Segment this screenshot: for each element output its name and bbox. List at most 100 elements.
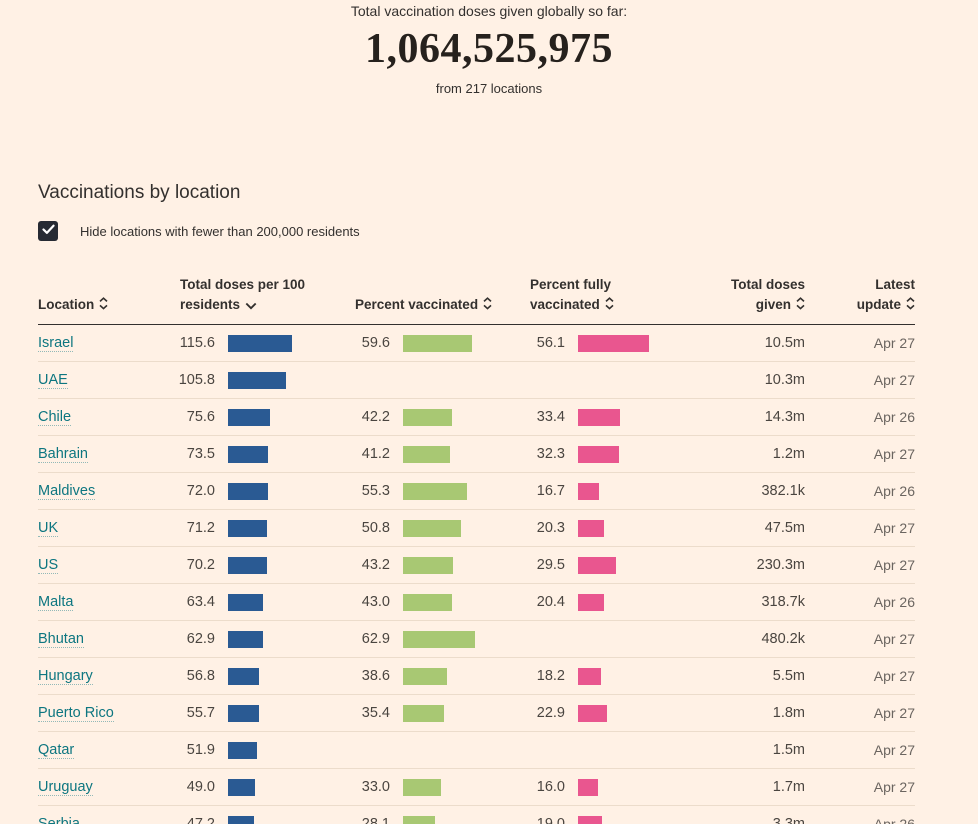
location-cell: UAE [38,371,168,389]
location-link[interactable]: Israel [38,335,73,352]
sort-desc-icon[interactable] [245,296,257,316]
hide-small-locations-checkbox[interactable] [38,221,58,241]
percent-fully-vaccinated-bar [578,335,649,352]
location-link[interactable]: Chile [38,409,71,426]
location-cell: Malta [38,593,168,611]
location-link[interactable]: Puerto Rico [38,705,114,722]
population-filter: Hide locations with fewer than 200,000 r… [38,221,978,241]
doses-per-100-bar [228,372,286,389]
doses-per-100-value: 73.5 [168,446,215,462]
vaccinations-table: Location Total doses per 100 residents P… [38,275,915,824]
table-row: Uruguay 49.0 33.0 16.0 1.7m Apr 27 [38,769,915,806]
checkmark-icon [42,222,55,240]
percent-vaccinated-bar [403,816,435,824]
location-link[interactable]: Malta [38,594,73,611]
doses-per-100-bar [228,409,270,426]
location-cell: Qatar [38,741,168,759]
location-link[interactable]: Uruguay [38,779,93,796]
sort-icon[interactable] [796,296,805,316]
percent-fully-vaccinated-value: 33.4 [520,409,565,425]
table-row: Puerto Rico 55.7 35.4 22.9 1.8m Apr 27 [38,695,915,732]
percent-vaccinated-bar [403,668,447,685]
location-link[interactable]: Bahrain [38,446,88,463]
percent-vaccinated-value: 33.0 [345,779,390,795]
latest-update-value: Apr 26 [805,409,915,425]
table-row: Maldives 72.0 55.3 16.7 382.1k Apr 26 [38,473,915,510]
percent-fully-vaccinated-value: 56.1 [520,335,565,351]
doses-per-100-bar [228,446,268,463]
doses-per-100-value: 49.0 [168,779,215,795]
total-doses-value: 1.2m [700,446,805,462]
doses-per-100-bar [228,520,267,537]
doses-per-100-bar [228,779,255,796]
percent-vaccinated-value: 43.2 [345,557,390,573]
column-header-total-doses[interactable]: Total doses given [700,275,805,315]
table-header-row: Location Total doses per 100 residents P… [38,275,915,325]
column-header-percent-vaccinated[interactable]: Percent vaccinated [345,295,520,316]
percent-fully-vaccinated-bar [578,779,598,796]
latest-update-value: Apr 27 [805,520,915,536]
total-doses-value: 10.3m [700,372,805,388]
location-link[interactable]: Serbia [38,816,80,824]
latest-update-value: Apr 27 [805,372,915,388]
doses-per-100-bar [228,631,263,648]
sort-icon[interactable] [605,296,614,316]
location-link[interactable]: UK [38,520,58,537]
doses-per-100-value: 71.2 [168,520,215,536]
total-doses-value: 47.5m [700,520,805,536]
latest-update-value: Apr 26 [805,594,915,610]
latest-update-value: Apr 26 [805,483,915,499]
filter-label[interactable]: Hide locations with fewer than 200,000 r… [80,224,360,239]
percent-fully-vaccinated-value: 32.3 [520,446,565,462]
percent-vaccinated-value: 42.2 [345,409,390,425]
total-doses-value: 3.3m [700,816,805,824]
latest-update-value: Apr 27 [805,705,915,721]
percent-vaccinated-bar [403,483,467,500]
total-doses-value: 480.2k [700,631,805,647]
total-doses-value: 1.7m [700,779,805,795]
total-doses-value: 318.7k [700,594,805,610]
latest-update-value: Apr 27 [805,668,915,684]
location-link[interactable]: UAE [38,372,68,389]
doses-per-100-bar [228,742,257,759]
doses-per-100-bar [228,668,259,685]
percent-vaccinated-bar [403,557,453,574]
location-cell: Bahrain [38,445,168,463]
location-link[interactable]: Maldives [38,483,95,500]
doses-per-100-value: 75.6 [168,409,215,425]
percent-vaccinated-bar [403,409,452,426]
table-row: US 70.2 43.2 29.5 230.3m Apr 27 [38,547,915,584]
table-row: Chile 75.6 42.2 33.4 14.3m Apr 26 [38,399,915,436]
location-link[interactable]: US [38,557,58,574]
location-cell: Hungary [38,667,168,685]
percent-vaccinated-value: 28.1 [345,816,390,824]
location-link[interactable]: Bhutan [38,631,84,648]
percent-fully-vaccinated-value: 16.7 [520,483,565,499]
percent-fully-vaccinated-bar [578,594,604,611]
table-row: Qatar 51.9 1.5m Apr 27 [38,732,915,769]
column-header-percent-fully-vaccinated[interactable]: Percent fully vaccinated [520,275,645,315]
location-link[interactable]: Qatar [38,742,74,759]
percent-fully-vaccinated-bar [578,557,616,574]
column-header-latest-update[interactable]: Latest update [805,275,915,315]
sort-icon[interactable] [99,296,108,316]
percent-vaccinated-value: 41.2 [345,446,390,462]
percent-fully-vaccinated-value: 19.0 [520,816,565,824]
column-header-location[interactable]: Location [38,295,168,316]
percent-fully-vaccinated-bar [578,446,619,463]
doses-per-100-bar [228,816,254,824]
doses-per-100-value: 72.0 [168,483,215,499]
percent-vaccinated-value: 55.3 [345,483,390,499]
total-doses-value: 230.3m [700,557,805,573]
location-link[interactable]: Hungary [38,668,93,685]
table-row: UAE 105.8 10.3m Apr 27 [38,362,915,399]
sort-icon[interactable] [906,296,915,316]
sort-icon[interactable] [483,296,492,316]
table-row: Bhutan 62.9 62.9 480.2k Apr 27 [38,621,915,658]
percent-vaccinated-bar [403,631,475,648]
table-row: Malta 63.4 43.0 20.4 318.7k Apr 26 [38,584,915,621]
column-header-doses-per-100[interactable]: Total doses per 100 residents [168,275,318,315]
total-doses-value: 10.5m [700,335,805,351]
location-cell: Chile [38,408,168,426]
percent-vaccinated-bar [403,594,452,611]
